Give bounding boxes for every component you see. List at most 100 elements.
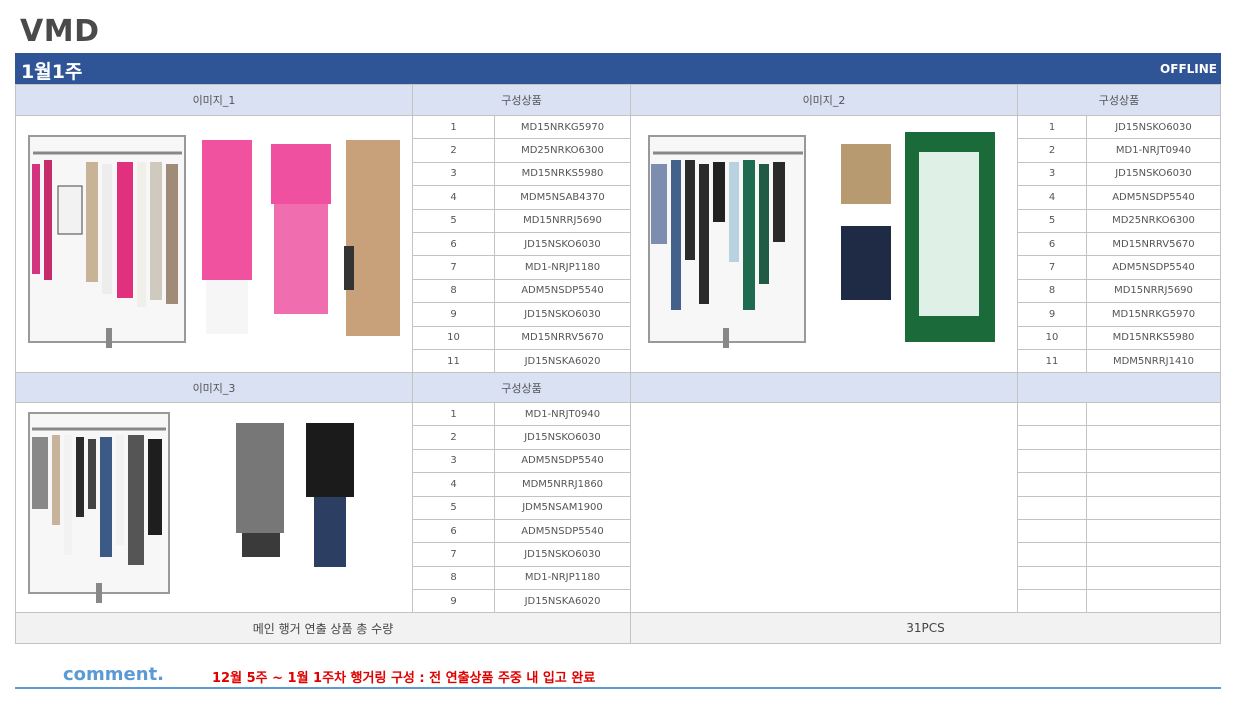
item-number: 11: [412, 349, 495, 374]
image-3-header: 이미지_3: [15, 372, 413, 403]
item-code: ADM5NSDP5540: [1086, 255, 1221, 280]
channel-label: OFFLINE: [1160, 62, 1217, 76]
item-code: MD1-NRJP1180: [494, 565, 631, 591]
item-code: ADM5NSDP5540: [1086, 185, 1221, 210]
item-code: [1086, 425, 1221, 450]
item-number: [1017, 448, 1087, 474]
item-code: MD15NRKS5980: [494, 161, 631, 187]
item-code: JD15NSKA6020: [494, 349, 631, 374]
item-number: 7: [412, 542, 495, 567]
item-number: 10: [412, 325, 495, 350]
item-number: 5: [412, 495, 495, 520]
item-number: [1017, 425, 1087, 450]
item-code: MD1-NRJT0940: [1086, 138, 1221, 163]
comment-divider: [15, 687, 1221, 689]
item-code: JD15NSKO6030: [494, 302, 631, 327]
empty-image-header: [630, 372, 1018, 403]
item-number: 10: [1017, 325, 1087, 350]
item-code: ADM5NSDP5540: [494, 519, 631, 544]
item-code: MD15NRKS5980: [1086, 325, 1221, 350]
image-1-header: 이미지_1: [15, 84, 413, 116]
item-number: 7: [412, 255, 495, 280]
item-number: 6: [412, 519, 495, 544]
item-number: 2: [412, 138, 495, 163]
item-number: 3: [412, 161, 495, 187]
comment-text: 12월 5주 ~ 1월 1주차 행거링 구성 : 전 연출상품 주중 내 입고 …: [212, 671, 596, 686]
item-code: [1086, 519, 1221, 544]
hanger-outfit-image-3: [28, 409, 357, 605]
empty-items-header: [1017, 372, 1221, 403]
item-number: 5: [1017, 208, 1087, 233]
item-number: 8: [412, 565, 495, 591]
item-code: MD1-NRJT0940: [494, 402, 631, 427]
item-number: [1017, 565, 1087, 591]
item-number: [1017, 519, 1087, 544]
item-code: [1086, 448, 1221, 474]
item-number: 2: [412, 425, 495, 450]
week-label: 1월1주: [21, 61, 83, 83]
item-code: MD15NRRJ5690: [1086, 278, 1221, 304]
item-code: MDM5NRRJ1410: [1086, 349, 1221, 374]
item-code: MD15NRKG5970: [1086, 302, 1221, 327]
item-number: 9: [1017, 302, 1087, 327]
item-code: MD15NRRV5670: [1086, 232, 1221, 257]
items-3-header: 구성상품: [412, 372, 631, 403]
item-code: MD25NRKO6300: [1086, 208, 1221, 233]
item-code: [1086, 495, 1221, 520]
item-code: [1086, 589, 1221, 614]
item-number: 1: [412, 115, 495, 140]
item-number: 1: [1017, 115, 1087, 140]
item-number: 1: [412, 402, 495, 427]
image-3-cell: [15, 402, 413, 613]
item-code: MDM5NSAB4370: [494, 185, 631, 210]
item-number: [1017, 542, 1087, 567]
item-code: MD15NRKG5970: [494, 115, 631, 140]
item-code: [1086, 542, 1221, 567]
item-code: MD15NRRJ5690: [494, 208, 631, 233]
week-header-bar: 1월1주 OFFLINE: [15, 53, 1221, 84]
item-number: 2: [1017, 138, 1087, 163]
item-code: JDM5NSAM1900: [494, 495, 631, 520]
items-1-header: 구성상품: [412, 84, 631, 116]
item-number: [1017, 589, 1087, 614]
item-number: 5: [412, 208, 495, 233]
items-2-header: 구성상품: [1017, 84, 1221, 116]
item-code: MDM5NRRJ1860: [494, 472, 631, 497]
item-number: 3: [412, 448, 495, 474]
item-number: [1017, 472, 1087, 497]
item-number: [1017, 402, 1087, 427]
item-code: JD15NSKO6030: [494, 425, 631, 450]
item-number: 7: [1017, 255, 1087, 280]
item-code: JD15NSKO6030: [494, 542, 631, 567]
item-code: MD15NRRV5670: [494, 325, 631, 350]
image-1-cell: [15, 115, 413, 373]
item-number: 4: [412, 472, 495, 497]
total-label: 메인 행거 연출 상품 총 수량: [15, 612, 631, 644]
item-code: JD15NSKO6030: [1086, 161, 1221, 187]
item-number: 4: [412, 185, 495, 210]
item-number: 8: [1017, 278, 1087, 304]
item-number: 6: [412, 232, 495, 257]
item-code: JD15NSKO6030: [1086, 115, 1221, 140]
item-code: [1086, 402, 1221, 427]
item-code: JD15NSKA6020: [494, 589, 631, 614]
item-code: MD25NRKO6300: [494, 138, 631, 163]
item-number: 3: [1017, 161, 1087, 187]
image-2-header: 이미지_2: [630, 84, 1018, 116]
item-code: ADM5NSDP5540: [494, 448, 631, 474]
item-code: [1086, 565, 1221, 591]
item-number: 4: [1017, 185, 1087, 210]
image-2-cell: [630, 115, 1018, 373]
total-value: 31PCS: [630, 612, 1221, 644]
comment-label: comment.: [63, 664, 165, 685]
item-code: JD15NSKO6030: [494, 232, 631, 257]
page-title: VMD: [20, 14, 100, 49]
empty-image-cell: [630, 402, 1018, 613]
item-code: [1086, 472, 1221, 497]
item-number: 6: [1017, 232, 1087, 257]
item-code: ADM5NSDP5540: [494, 278, 631, 304]
item-number: 9: [412, 302, 495, 327]
hanger-outfit-image-1: [28, 124, 412, 364]
item-number: [1017, 495, 1087, 520]
item-number: 8: [412, 278, 495, 304]
